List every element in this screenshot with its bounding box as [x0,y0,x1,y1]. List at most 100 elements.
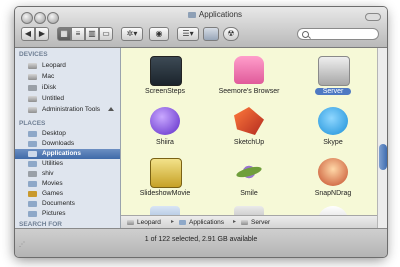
search-for-header: SEARCH FOR [19,221,62,228]
app-icon [318,206,348,215]
action-button[interactable]: ✲▾ [121,27,143,41]
zoom-button[interactable] [47,12,59,24]
home-icon [28,171,37,177]
sidebar-item-applications[interactable]: Applications [15,149,120,159]
drive-icon [28,63,37,69]
sidebar-item-games[interactable]: Games [15,189,120,199]
status-text: 1 of 122 selected, 2.91 GB available [144,236,258,243]
folder-icon [28,211,37,217]
icon-view-button[interactable]: ▦ [57,27,71,41]
server-folder-icon [318,56,350,86]
folder-icon [28,151,37,157]
shiira-app-icon [150,107,180,135]
search-input[interactable] [310,29,374,39]
column-view-icon: ▥ [88,29,96,38]
folder-icon [28,131,37,137]
radiation-icon: ☢ [227,29,235,38]
sidebar-item-downloads[interactable]: Downloads [15,139,120,149]
icon-view-pane[interactable]: ScreenSteps Seemore's Browser Server Shi… [121,48,377,215]
file-item-server[interactable]: Server [291,56,375,108]
file-label: Server [315,88,351,95]
list-view-button[interactable]: ≡ [71,27,85,41]
places-header: PLACES [19,120,46,127]
drive-icon [28,107,37,113]
vertical-scrollbar[interactable] [377,48,387,228]
scrollbar-thumb[interactable] [379,144,387,170]
file-item-smile[interactable]: Smile [207,158,291,210]
sidebar-item-shiv[interactable]: shiv [15,169,120,179]
minimize-button[interactable] [34,12,46,24]
sidebar-item-pictures[interactable]: Pictures [15,209,120,219]
search-icon [302,31,309,38]
quick-look-button[interactable]: ◉ [149,27,169,41]
cover-flow-icon: ▭ [102,29,110,38]
file-item-snapndrag[interactable]: SnapNDrag [291,158,375,210]
folder-icon [28,161,37,167]
gear-icon: ✲▾ [126,29,138,38]
file-item-partial[interactable] [291,206,375,215]
sidebar-item-desktop[interactable]: Desktop [15,129,120,139]
toolbar-toggle-button[interactable] [365,13,381,21]
arrange-button[interactable]: ☰▾ [177,27,199,41]
eject-icon[interactable] [108,107,114,111]
back-button[interactable]: ◀ [21,27,35,41]
games-icon [28,191,37,197]
sketchup-app-icon [234,107,264,135]
file-label: SnapNDrag [314,190,352,197]
file-label: Seemore's Browser [218,88,280,95]
file-label: Shiira [156,139,174,146]
chevron-left-icon: ◀ [24,29,32,38]
idisk-icon [28,85,37,91]
sidebar-item-idisk[interactable]: iDisk [15,83,120,93]
list-view-icon: ≡ [75,29,81,38]
finder-window: Applications ◀ ▶ ▦ ≡ ▥ ▭ ✲▾ ◉ ☰▾ ☢ DEVIC… [14,6,388,258]
screensteps-app-icon [150,56,182,86]
eye-icon: ◉ [155,29,163,38]
sidebar-item-leopard[interactable]: Leopard [15,61,120,71]
smile-app-icon [234,158,264,186]
sidebar-item-mac[interactable]: Mac [15,72,120,82]
file-item-seemores-browser[interactable]: Seemore's Browser [207,56,291,108]
cover-flow-button[interactable]: ▭ [99,27,113,41]
file-item-partial[interactable] [207,206,291,215]
column-view-button[interactable]: ▥ [85,27,99,41]
path-bar: Leopard ▸ Applications ▸ Server [121,215,377,229]
skype-app-icon [318,107,348,135]
slideshowmovie-app-icon [150,158,182,188]
window-title: Applications [198,10,243,19]
file-item-screensteps[interactable]: ScreenSteps [123,56,207,108]
folder-icon [28,181,37,187]
forward-button[interactable]: ▶ [35,27,49,41]
arrange-icon: ☰▾ [182,29,194,38]
folder-icon [179,219,186,225]
file-label: ScreenSteps [144,88,186,95]
file-label: Skype [323,139,343,146]
file-label: SlideshowMovie [139,190,191,197]
icon-view-icon: ▦ [60,29,68,38]
get-info-button[interactable] [203,27,219,41]
file-item-skype[interactable]: Skype [291,107,375,159]
sidebar-item-untitled[interactable]: Untitled [15,94,120,104]
app-icon [150,206,180,215]
file-item-shiira[interactable]: Shiira [123,107,207,159]
file-item-sketchup[interactable]: SketchUp [207,107,291,159]
close-button[interactable] [21,12,33,24]
server-icon [241,219,248,225]
sidebar: DEVICES Leopard Mac iDisk Untitled Admin… [15,48,121,245]
burn-button[interactable]: ☢ [223,27,239,41]
chevron-right-icon: ▶ [38,29,46,38]
seemores-browser-app-icon [234,56,264,84]
window-title-group: Applications [165,10,265,22]
sidebar-item-documents[interactable]: Documents [15,199,120,209]
file-item-slideshowmovie[interactable]: SlideshowMovie [123,158,207,210]
app-icon [234,206,264,215]
drive-icon [28,74,37,80]
search-field[interactable] [297,28,379,40]
status-bar: ⋰ 1 of 122 selected, 2.91 GB available [15,228,387,257]
sidebar-item-utilities[interactable]: Utilities [15,159,120,169]
file-item-partial[interactable] [123,206,207,215]
sidebar-item-administration-tools[interactable]: Administration Tools [15,105,120,115]
sidebar-item-movies[interactable]: Movies [15,179,120,189]
snapndrag-app-icon [318,158,348,186]
devices-header: DEVICES [19,51,48,58]
